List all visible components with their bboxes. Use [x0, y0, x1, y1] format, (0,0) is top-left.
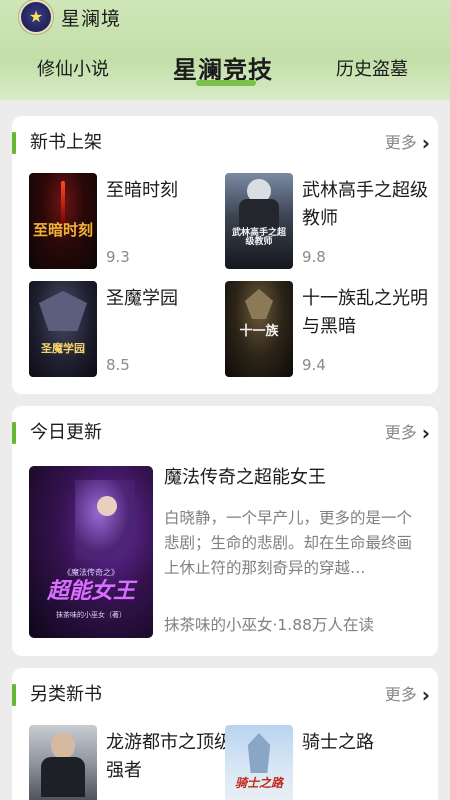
featured-book-meta: 抹茶味的小巫女·1.88万人在读 [164, 616, 374, 634]
chevron-right-icon: › [421, 131, 430, 155]
section-title: 今日更新 [30, 422, 102, 443]
book-item[interactable]: 十一族 十一族乱之光明与黑暗 9.4 [225, 281, 428, 381]
cover-art [61, 181, 65, 225]
book-score: 9.8 [302, 248, 326, 266]
book-title: 圣魔学园 [106, 288, 178, 309]
cover-art [245, 289, 273, 319]
app-title: 星澜境 [61, 8, 122, 30]
today-update-card: 今日更新 更多 › 《魔法传奇之》 超能女王 抹茶味的小巫女（著） 魔法传奇之超… [12, 406, 438, 656]
section-accent-bar [12, 422, 16, 444]
section-accent-bar [12, 684, 16, 706]
chevron-right-icon: › [421, 683, 430, 707]
book-item[interactable]: 圣魔学园 圣魔学园 8.5 [29, 281, 229, 381]
book-title: 十一族乱之光明与黑暗 [302, 288, 428, 337]
more-button[interactable]: 更多 › [385, 421, 430, 445]
more-label: 更多 [384, 685, 417, 704]
book-item[interactable]: 至暗时刻 至暗时刻 9.3 [29, 173, 229, 273]
cover-title-text: 十一族 [239, 324, 279, 339]
cover-art [51, 733, 75, 759]
book-score: 9.3 [106, 248, 130, 266]
cover-title-text: 圣魔学园 [41, 342, 85, 355]
cover-art [97, 496, 117, 516]
book-cover [29, 725, 97, 800]
more-label: 更多 [384, 423, 417, 442]
book-item[interactable]: 骑士之路 骑士之路 [225, 725, 425, 800]
tab-lishi-daomu[interactable]: 历史盗墓 [336, 50, 408, 90]
cover-art [247, 733, 271, 773]
cover-title-text: 武林高手之超级教师 [231, 228, 286, 248]
tab-bar: 修仙小说 星澜竞技 历史盗墓 [0, 50, 450, 96]
today-update-header: 今日更新 更多 › [12, 406, 438, 458]
book-cover: 圣魔学园 [29, 281, 97, 377]
book-item[interactable]: 龙游都市之顶级强者 [29, 725, 232, 800]
other-new-header: 另类新书 更多 › [12, 668, 438, 720]
book-title: 龙游都市之顶级强者 [106, 732, 232, 781]
other-new-card: 另类新书 更多 › 龙游都市之顶级强者 骑士之路 骑士之路 [12, 668, 438, 800]
new-books-card: 新书上架 更多 › 至暗时刻 至暗时刻 9.3 武林高手之超级教师 武林高手之超… [12, 116, 438, 394]
cover-art [75, 480, 135, 560]
star-emblem-icon: ★ [19, 0, 53, 34]
book-title: 武林高手之超级教师 [302, 180, 428, 229]
section-accent-bar [12, 132, 16, 154]
more-button[interactable]: 更多 › [385, 683, 430, 707]
cover-art [39, 291, 87, 331]
cover-title-text: 超能女王 [46, 578, 135, 604]
book-item[interactable]: 武林高手之超级教师 武林高手之超级教师 9.8 [225, 173, 428, 273]
book-cover: 至暗时刻 [29, 173, 97, 269]
book-cover: 武林高手之超级教师 [225, 173, 293, 269]
new-books-header: 新书上架 更多 › [12, 116, 438, 168]
section-title: 新书上架 [30, 132, 102, 153]
chevron-right-icon: › [421, 421, 430, 445]
book-score: 8.5 [106, 356, 130, 374]
cover-art [239, 199, 279, 229]
section-title: 另类新书 [30, 684, 102, 705]
cover-art [41, 757, 85, 797]
cover-title-text: 骑士之路 [234, 776, 283, 790]
more-button[interactable]: 更多 › [385, 131, 430, 155]
cover-subtitle-text: 《魔法传奇之》 [63, 568, 119, 577]
book-cover: 骑士之路 [225, 725, 293, 800]
featured-book-title[interactable]: 魔法传奇之超能女王 [164, 466, 326, 490]
active-tab-indicator [196, 80, 256, 86]
featured-book-description: 白晓静，一个早产儿，更多的是一个悲剧；生命的悲剧。却在生命最终画上休止符的那刻奇… [164, 509, 413, 577]
featured-book-cover[interactable]: 《魔法传奇之》 超能女王 抹茶味的小巫女（著） [29, 466, 153, 638]
book-title: 至暗时刻 [106, 180, 178, 201]
cover-title-text: 至暗时刻 [32, 221, 93, 239]
tab-xiuxian[interactable]: 修仙小说 [37, 50, 109, 90]
more-label: 更多 [384, 133, 417, 152]
book-title: 骑士之路 [302, 732, 374, 753]
cover-author-text: 抹茶味的小巫女（著） [56, 611, 126, 619]
header: ★ 星澜境 修仙小说 星澜竞技 历史盗墓 [0, 0, 450, 100]
book-score: 9.4 [302, 356, 326, 374]
app-bar: ★ 星澜境 [0, 0, 450, 36]
book-cover: 十一族 [225, 281, 293, 377]
